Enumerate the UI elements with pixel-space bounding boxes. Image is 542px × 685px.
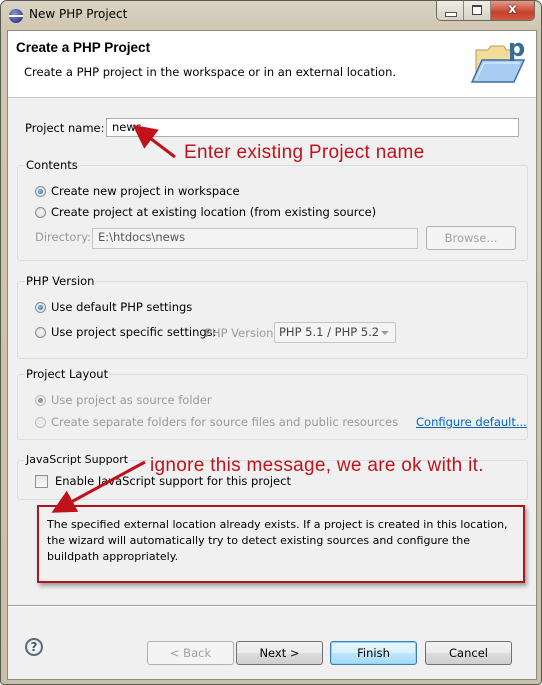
back-button[interactable]: < Back (147, 641, 234, 665)
annotation-name-hint: Enter existing Project name (184, 142, 425, 163)
info-message-text: The specified external location already … (47, 518, 508, 563)
configure-default-link[interactable]: Configure default... (416, 415, 527, 429)
radio-default-php[interactable] (35, 302, 46, 313)
minimize-icon (445, 12, 457, 17)
php-version-select[interactable]: PHP 5.1 / PHP 5.2 (274, 322, 396, 343)
next-button[interactable]: Next > (236, 641, 323, 665)
enable-javascript-checkbox[interactable] (35, 475, 48, 488)
info-message-box: The specified external location already … (37, 505, 525, 583)
radio-new-workspace[interactable] (35, 186, 46, 197)
title-bar[interactable]: New PHP Project x (1, 1, 541, 29)
radio-existing-location[interactable] (35, 207, 46, 218)
project-name-label: Project name: (25, 121, 105, 135)
project-layout-group: Project Layout Use project as source fol… (17, 367, 528, 440)
close-icon: x (508, 2, 517, 17)
dialog-body: Create a PHP Project Create a PHP projec… (7, 30, 537, 680)
php-version-value: PHP 5.1 / PHP 5.2 (279, 325, 380, 339)
directory-label: Directory: (35, 230, 92, 244)
php-folder-icon: p (470, 36, 525, 83)
radio-new-workspace-label[interactable]: Create new project in workspace (51, 184, 240, 198)
php-version-label: PHP Version: (205, 326, 278, 340)
radio-default-php-label[interactable]: Use default PHP settings (51, 300, 192, 314)
annotation-message-hint: ignore this message, we are ok with it. (150, 455, 484, 476)
maximize-icon (472, 5, 482, 15)
browse-button[interactable]: Browse... (426, 226, 516, 250)
cancel-button[interactable]: Cancel (425, 641, 512, 665)
contents-group: Contents Create new project in workspace… (17, 158, 528, 261)
wizard-header: Create a PHP Project Create a PHP projec… (8, 31, 536, 98)
project-layout-group-title: Project Layout (25, 367, 110, 381)
footer-separator (8, 605, 536, 607)
finish-button[interactable]: Finish (330, 641, 417, 665)
help-icon[interactable]: ? (25, 638, 43, 656)
radio-separate-folders[interactable] (35, 417, 46, 428)
window-title: New PHP Project (29, 7, 128, 21)
close-button[interactable]: x (491, 1, 534, 20)
svg-text:p: p (508, 36, 525, 62)
radio-specific-php[interactable] (35, 327, 46, 338)
radio-separate-folders-label[interactable]: Create separate folders for source files… (51, 415, 398, 429)
php-version-group-title: PHP Version (25, 274, 96, 288)
window-controls: x (436, 1, 535, 21)
chevron-down-icon (381, 331, 389, 335)
page-description: Create a PHP project in the workspace or… (24, 65, 397, 79)
page-title: Create a PHP Project (16, 40, 151, 55)
directory-input[interactable]: E:\htdocs\news (92, 228, 418, 249)
contents-group-title: Contents (25, 158, 79, 172)
php-version-group: PHP Version Use default PHP settings Use… (17, 274, 528, 359)
maximize-button[interactable] (464, 1, 491, 20)
radio-existing-location-label[interactable]: Create project at existing location (fro… (51, 205, 376, 219)
radio-source-folder[interactable] (35, 395, 46, 406)
radio-specific-php-label[interactable]: Use project specific settings: (51, 325, 217, 339)
project-name-input[interactable]: news (106, 118, 519, 137)
dialog-window: New PHP Project x Create a PHP Project C… (0, 0, 542, 685)
radio-source-folder-label[interactable]: Use project as source folder (51, 393, 212, 407)
eclipse-icon (9, 9, 23, 23)
javascript-support-group-title: JavaScript Support (25, 453, 130, 466)
minimize-button[interactable] (437, 1, 464, 20)
